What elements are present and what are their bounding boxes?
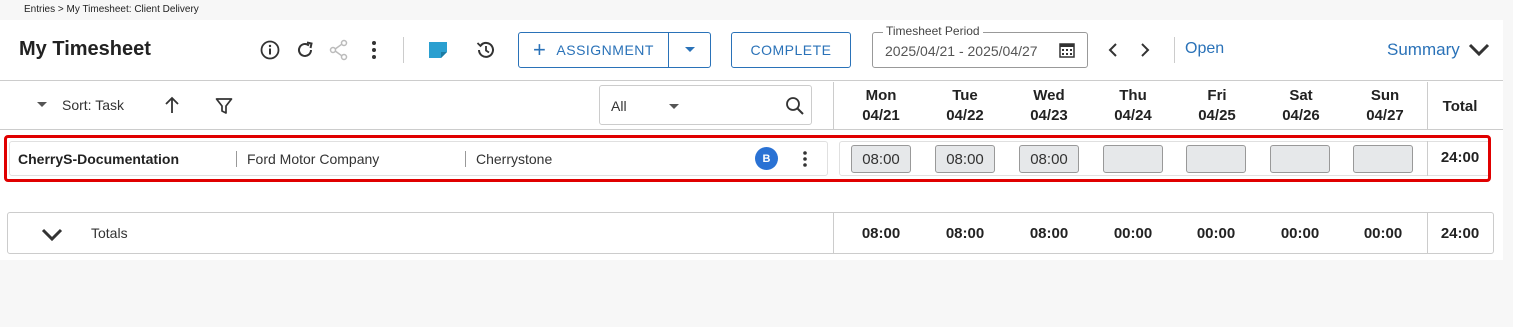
caret-down-icon bbox=[684, 47, 695, 52]
summary-toggle[interactable]: Summary bbox=[1387, 40, 1490, 60]
day-header-wed: Wed 04/23 bbox=[1007, 86, 1091, 126]
sort-label: Sort: Task bbox=[62, 97, 124, 113]
complete-button[interactable]: COMPLETE bbox=[731, 32, 851, 68]
note-icon[interactable] bbox=[426, 39, 450, 61]
day-header-divider bbox=[833, 82, 834, 130]
timesheet-period-legend: Timesheet Period bbox=[883, 24, 983, 38]
search-icon[interactable] bbox=[785, 96, 805, 116]
breadcrumb[interactable]: Entries > My Timesheet: Client Delivery bbox=[24, 4, 199, 15]
more-vert-icon[interactable] bbox=[364, 38, 384, 62]
day-name: Tue bbox=[952, 87, 978, 104]
header-divider bbox=[1174, 37, 1175, 63]
day-header-thu: Thu 04/24 bbox=[1091, 86, 1175, 126]
day-date: 04/21 bbox=[862, 107, 900, 124]
total-sun: 00:00 bbox=[1363, 225, 1403, 242]
day-name: Mon bbox=[865, 87, 897, 104]
day-name: Thu bbox=[1119, 87, 1147, 104]
status-open-link[interactable]: Open bbox=[1185, 40, 1224, 58]
filter-select-value: All bbox=[611, 98, 627, 114]
day-header-mon: Mon 04/21 bbox=[839, 86, 923, 126]
assignment-button-group: + ASSIGNMENT bbox=[518, 32, 711, 68]
caret-down-icon[interactable] bbox=[668, 103, 680, 111]
total-thu: 00:00 bbox=[1113, 225, 1153, 242]
day-date: 04/25 bbox=[1198, 107, 1236, 124]
calendar-icon[interactable] bbox=[1059, 42, 1075, 58]
day-header-sun: Sun 04/27 bbox=[1343, 86, 1427, 126]
selected-row-highlight bbox=[4, 135, 1491, 182]
toolbar-divider bbox=[403, 37, 404, 63]
day-header-tue: Tue 04/22 bbox=[923, 86, 1007, 126]
totals-label: Totals bbox=[91, 225, 128, 241]
arrow-up-icon[interactable] bbox=[162, 95, 182, 115]
day-header-sat: Sat 04/26 bbox=[1259, 86, 1343, 126]
total-sat: 00:00 bbox=[1280, 225, 1320, 242]
caret-down-icon bbox=[37, 102, 47, 107]
grand-total: 24:00 bbox=[1440, 225, 1480, 242]
day-name: Wed bbox=[1033, 87, 1065, 104]
day-date: 04/23 bbox=[1030, 107, 1068, 124]
column-header-line bbox=[0, 129, 1503, 130]
header-divider-line bbox=[0, 80, 1503, 81]
chevron-down-icon bbox=[1468, 43, 1489, 57]
plus-icon: + bbox=[533, 37, 547, 62]
day-name: Fri bbox=[1207, 87, 1227, 104]
filter-select[interactable]: All bbox=[599, 85, 812, 125]
day-date: 04/24 bbox=[1114, 107, 1152, 124]
day-date: 04/22 bbox=[946, 107, 984, 124]
total-header: Total bbox=[1442, 98, 1478, 115]
chevron-right-icon[interactable] bbox=[1136, 40, 1154, 60]
totals-divider bbox=[833, 213, 834, 253]
timesheet-period-field[interactable]: Timesheet Period 2025/04/21 - 2025/04/27 bbox=[872, 24, 1088, 68]
add-assignment-label: ASSIGNMENT bbox=[556, 42, 654, 58]
share-icon[interactable] bbox=[328, 38, 350, 62]
add-assignment-button[interactable]: + ASSIGNMENT bbox=[519, 33, 668, 67]
total-mon: 08:00 bbox=[861, 225, 901, 242]
assignment-dropdown-button[interactable] bbox=[669, 33, 710, 67]
day-name: Sun bbox=[1370, 87, 1400, 104]
chevron-down-icon[interactable] bbox=[40, 226, 64, 244]
timesheet-period-value: 2025/04/21 - 2025/04/27 bbox=[885, 43, 1038, 59]
day-date: 04/26 bbox=[1282, 107, 1320, 124]
sort-control[interactable]: Sort: Task bbox=[36, 97, 124, 113]
refresh-icon[interactable] bbox=[294, 39, 316, 61]
filter-icon[interactable] bbox=[214, 96, 234, 116]
page-title: My Timesheet bbox=[19, 38, 151, 60]
total-fri: 00:00 bbox=[1196, 225, 1236, 242]
total-tue: 08:00 bbox=[945, 225, 985, 242]
info-icon[interactable] bbox=[259, 39, 281, 61]
day-date: 04/27 bbox=[1366, 107, 1404, 124]
chevron-left-icon[interactable] bbox=[1104, 40, 1122, 60]
day-name: Sat bbox=[1289, 87, 1313, 104]
day-header-fri: Fri 04/25 bbox=[1175, 86, 1259, 126]
total-wed: 08:00 bbox=[1029, 225, 1069, 242]
history-icon[interactable] bbox=[474, 38, 498, 62]
summary-label: Summary bbox=[1387, 40, 1460, 59]
